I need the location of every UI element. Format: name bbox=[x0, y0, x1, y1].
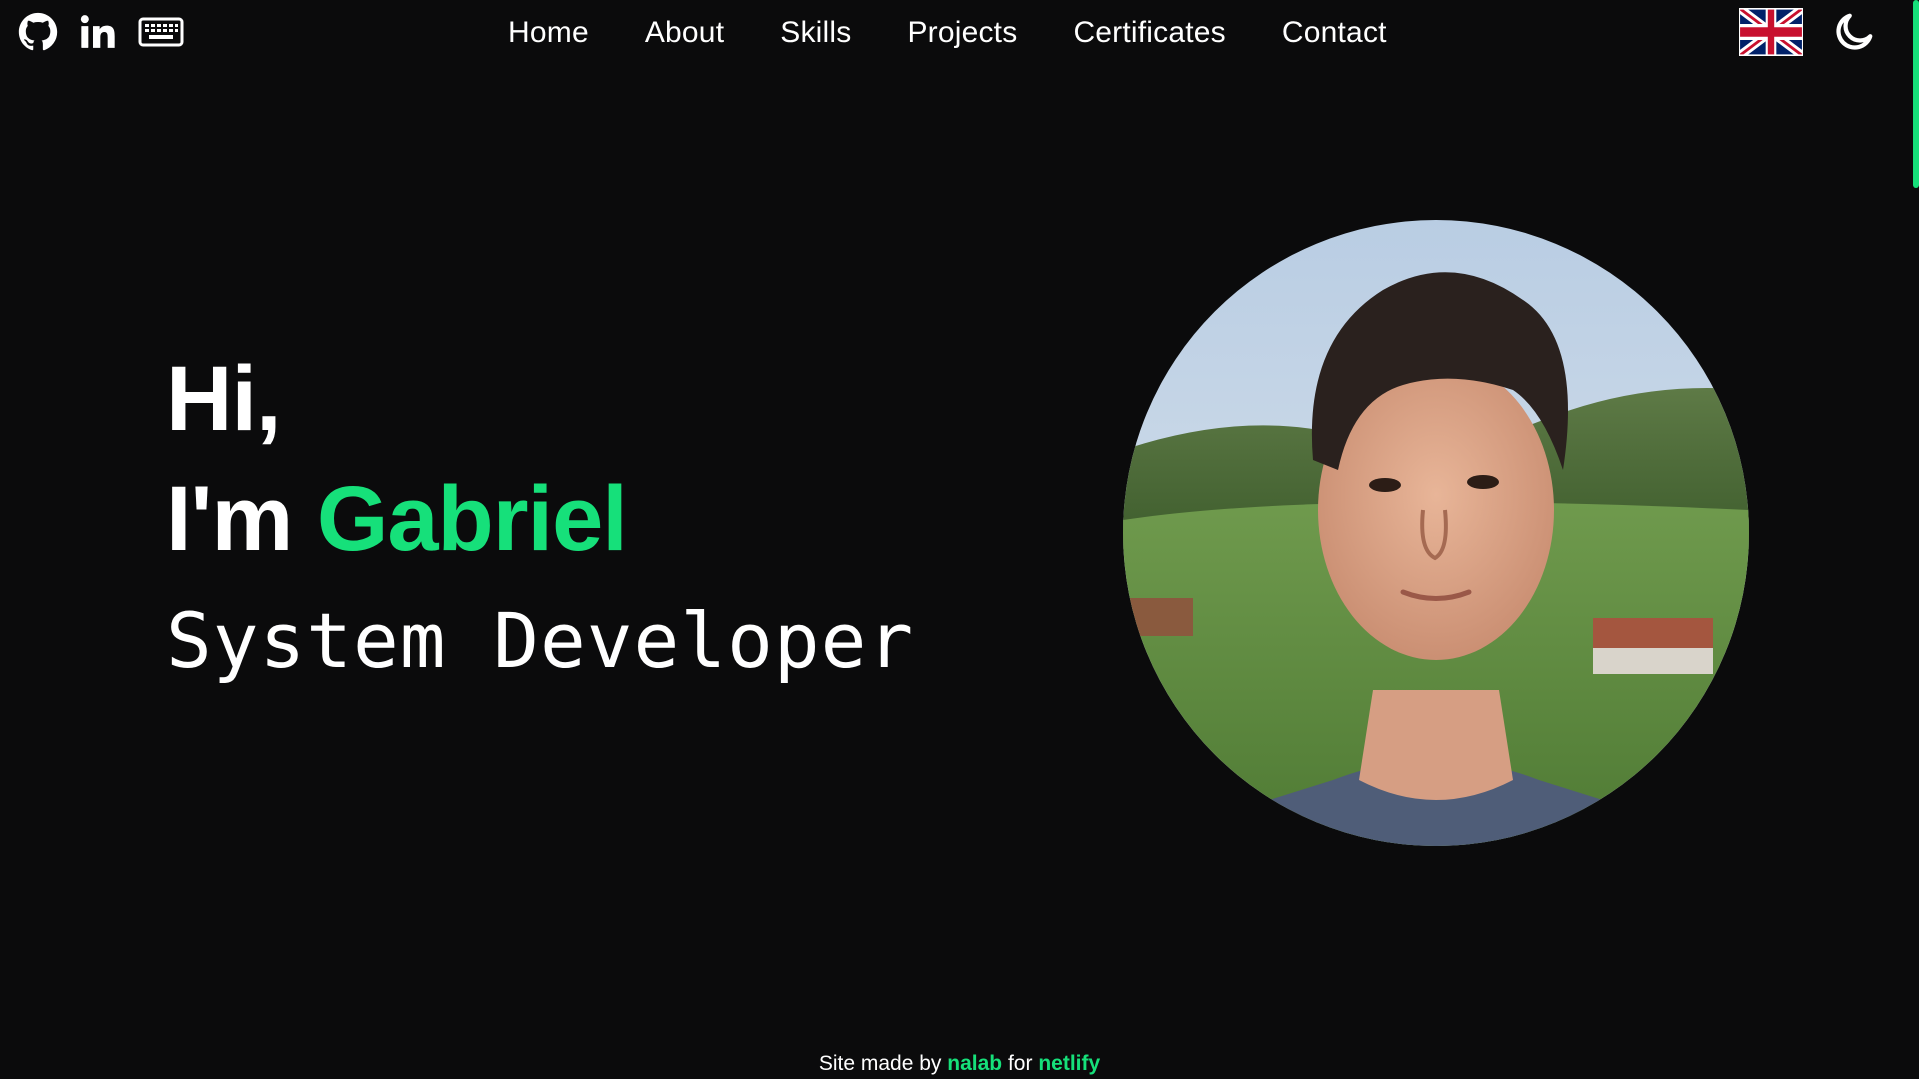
keyboard-icon[interactable] bbox=[138, 16, 184, 48]
scrollbar[interactable] bbox=[1913, 0, 1919, 1079]
footer-host-link[interactable]: netlify bbox=[1038, 1052, 1100, 1075]
top-navigation-bar: Home About Skills Projects Certificates … bbox=[0, 0, 1919, 68]
main-nav: Home About Skills Projects Certificates … bbox=[508, 14, 1387, 52]
role-title: System Developer bbox=[166, 596, 915, 685]
footer-middle: for bbox=[1007, 1052, 1033, 1075]
site-footer: Site made by nalab for netlify bbox=[0, 1052, 1919, 1076]
nav-contact[interactable]: Contact bbox=[1282, 14, 1387, 52]
intro-heading: I'm Gabriel bbox=[166, 454, 914, 584]
header-tools bbox=[1737, 3, 1877, 61]
nav-home[interactable]: Home bbox=[508, 14, 589, 52]
hero-section: Hi, I'm Gabriel System Developer bbox=[166, 344, 914, 686]
footer-author-link[interactable]: nalab bbox=[947, 1052, 1002, 1075]
intro-text: I'm bbox=[166, 468, 293, 570]
nav-projects[interactable]: Projects bbox=[907, 14, 1017, 52]
name-highlight: Gabriel bbox=[316, 468, 628, 570]
nav-certificates[interactable]: Certificates bbox=[1073, 14, 1225, 52]
social-links bbox=[18, 12, 184, 52]
linkedin-icon[interactable] bbox=[78, 12, 118, 52]
github-icon[interactable] bbox=[18, 12, 58, 52]
nav-about[interactable]: About bbox=[645, 14, 724, 52]
profile-photo bbox=[1123, 220, 1749, 846]
footer-prefix: Site made by bbox=[818, 1052, 942, 1075]
scrollbar-thumb[interactable] bbox=[1913, 0, 1919, 188]
greeting-heading: Hi, bbox=[166, 348, 282, 450]
moon-icon[interactable] bbox=[1831, 9, 1877, 60]
uk-flag-icon[interactable] bbox=[1737, 3, 1805, 61]
nav-skills[interactable]: Skills bbox=[780, 14, 851, 52]
